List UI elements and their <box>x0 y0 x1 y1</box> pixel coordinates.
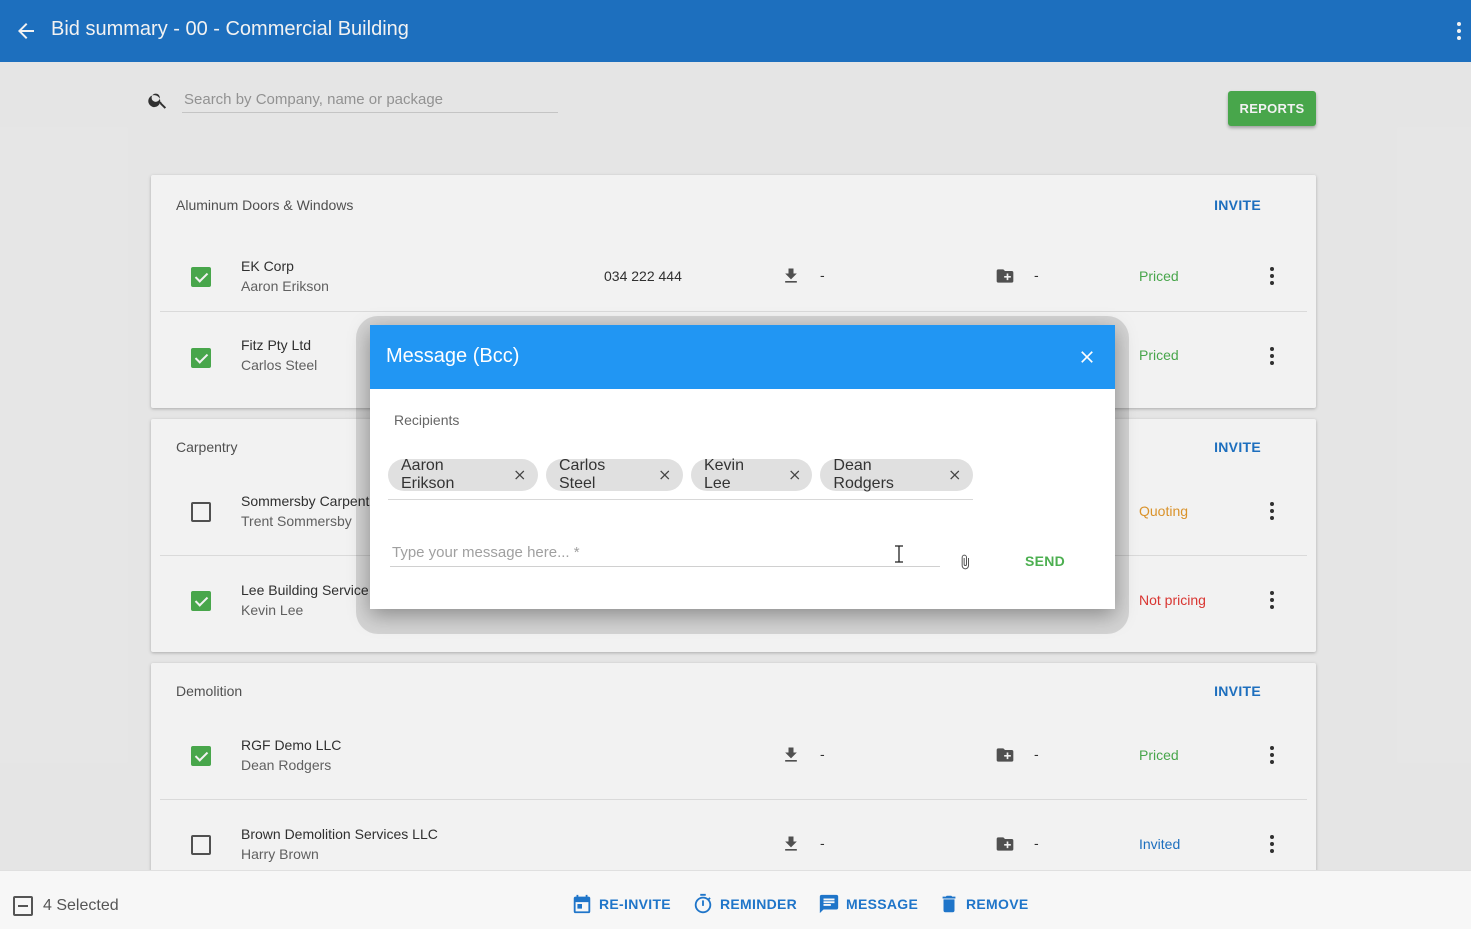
recipients-label: Recipients <box>394 412 460 428</box>
chip-label: Dean Rodgers <box>833 457 894 492</box>
chip-label: Kevin Lee <box>703 457 745 492</box>
recipient-chip: Aaron Erikson <box>388 457 538 492</box>
text-cursor-icon <box>895 545 903 563</box>
recipient-chip: Kevin Lee <box>690 457 813 492</box>
chat-icon <box>819 894 839 914</box>
remove-label: REMOVE <box>966 896 1029 912</box>
reinvite-button[interactable]: RE-INVITE <box>571 893 671 915</box>
recipient-chip: Dean Rodgers <box>820 457 973 492</box>
reinvite-label: RE-INVITE <box>599 896 671 912</box>
chip-label: Carlos Steel <box>558 457 606 492</box>
dialog-title: Message (Bcc) <box>386 345 520 367</box>
message-dialog: Message (Bcc) Recipients Aaron Erikson C… <box>370 325 1115 609</box>
calendar-icon <box>573 894 591 914</box>
selection-bar: 4 Selected RE-INVITE REMINDER MESSAGE RE… <box>0 870 1471 929</box>
deselect-checkbox[interactable] <box>13 896 33 916</box>
close-icon[interactable] <box>1077 347 1097 367</box>
recipient-chips: Aaron Erikson Carlos Steel Kevin Lee Dea… <box>388 457 973 500</box>
remove-chip-icon[interactable] <box>657 467 673 483</box>
reminder-button[interactable]: REMINDER <box>692 893 797 915</box>
remove-button[interactable]: REMOVE <box>938 893 1028 915</box>
message-button[interactable]: MESSAGE <box>818 893 918 915</box>
attachment-icon[interactable] <box>957 550 973 574</box>
recipient-chip: Carlos Steel <box>545 457 683 492</box>
reminder-label: REMINDER <box>720 896 798 912</box>
selected-count: 4 Selected <box>43 897 119 914</box>
message-label: MESSAGE <box>846 896 919 912</box>
timer-icon <box>694 893 712 914</box>
trash-icon <box>942 895 956 913</box>
dialog-header: Message (Bcc) <box>370 325 1115 389</box>
send-button[interactable]: SEND <box>1025 553 1065 569</box>
chip-label: Aaron Erikson <box>401 457 455 492</box>
remove-chip-icon[interactable] <box>512 467 528 483</box>
message-input[interactable] <box>390 538 940 567</box>
remove-chip-icon[interactable] <box>787 467 803 483</box>
remove-chip-icon[interactable] <box>947 467 963 483</box>
